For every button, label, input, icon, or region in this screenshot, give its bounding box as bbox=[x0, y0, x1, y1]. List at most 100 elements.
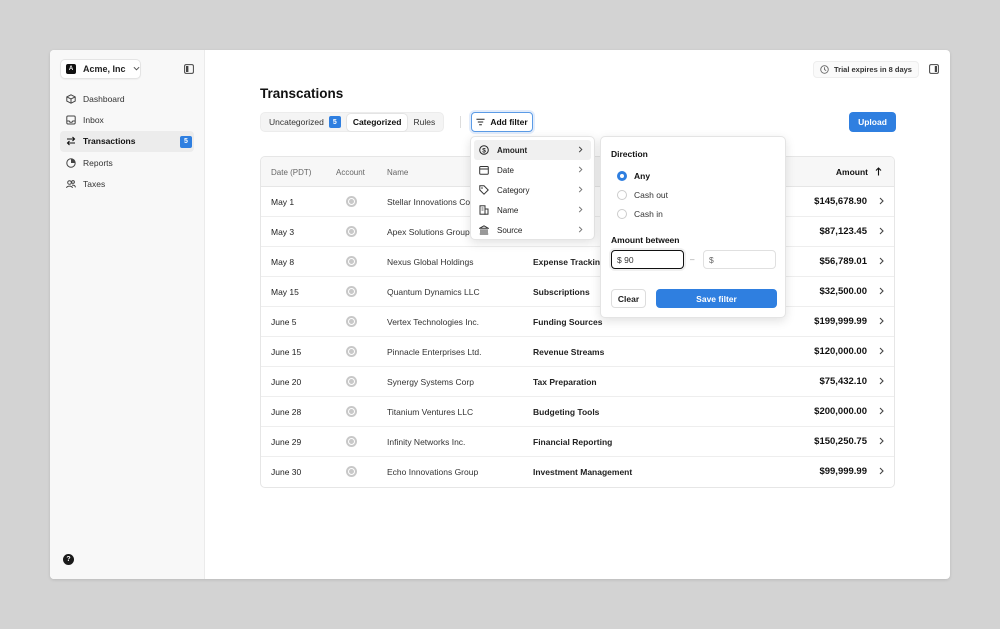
sidebar-item-label: Transactions bbox=[83, 136, 136, 147]
sidebar-item-reports[interactable]: Reports bbox=[60, 152, 194, 173]
table-row[interactable]: June 20 Synergy Systems Corp Tax Preparati… bbox=[261, 367, 894, 397]
right-panel-toggle-icon[interactable] bbox=[929, 64, 941, 76]
table-row[interactable]: June 5 Vertex Technologies Inc. Funding So… bbox=[261, 307, 894, 337]
save-filter-button[interactable]: Save filter bbox=[656, 289, 777, 308]
pie-chart-icon bbox=[65, 157, 76, 168]
table-row[interactable]: June 30 Echo Innovations Group Investment … bbox=[261, 457, 894, 487]
row-name: Quantum Dynamics LLC bbox=[387, 287, 480, 297]
chevron-right-icon[interactable] bbox=[879, 347, 884, 357]
range-separator: – bbox=[690, 255, 695, 264]
row-category[interactable]: Budgeting Tools bbox=[533, 407, 599, 417]
box-icon bbox=[65, 93, 76, 104]
tab-label: Rules bbox=[413, 117, 436, 127]
tab-label: Categorized bbox=[352, 117, 402, 127]
min-amount-input[interactable]: $ 90 bbox=[611, 250, 684, 269]
account-icon bbox=[346, 346, 357, 357]
filter-icon bbox=[476, 118, 485, 126]
menu-item-category[interactable]: Category bbox=[474, 180, 591, 200]
chevron-right-icon[interactable] bbox=[879, 467, 884, 477]
account-icon bbox=[346, 256, 357, 267]
radio-cash-in[interactable]: Cash in bbox=[617, 209, 663, 219]
chevron-right-icon bbox=[578, 186, 583, 195]
account-icon bbox=[346, 196, 357, 207]
chevron-right-icon[interactable] bbox=[879, 227, 884, 237]
radio-label: Cash out bbox=[634, 190, 669, 200]
sidebar-item-inbox[interactable]: Inbox bbox=[60, 109, 194, 130]
table-row[interactable]: June 15 Pinnacle Enterprises Ltd. Revenue … bbox=[261, 337, 894, 367]
chevron-right-icon[interactable] bbox=[879, 317, 884, 327]
row-category[interactable]: Financial Reporting bbox=[533, 437, 612, 447]
amount-between-title: Amount between bbox=[611, 235, 680, 245]
trial-banner[interactable]: Trial expires in 8 days bbox=[813, 61, 919, 78]
column-header-amount[interactable]: Amount bbox=[836, 167, 868, 177]
menu-item-label: Date bbox=[497, 165, 514, 175]
menu-item-source[interactable]: Source bbox=[474, 220, 591, 240]
menu-item-date[interactable]: Date bbox=[474, 160, 591, 180]
count-badge: 5 bbox=[180, 135, 192, 148]
column-header-account[interactable]: Account bbox=[336, 168, 365, 177]
chevron-right-icon[interactable] bbox=[879, 257, 884, 267]
org-logo: A bbox=[66, 64, 76, 74]
transfer-icon bbox=[65, 136, 76, 147]
chevron-right-icon[interactable] bbox=[879, 197, 884, 207]
trial-text: Trial expires in 8 days bbox=[834, 65, 912, 74]
upload-button[interactable]: Upload bbox=[849, 112, 896, 132]
row-date: June 28 bbox=[271, 407, 302, 417]
table-row[interactable]: May 8 Nexus Global Holdings Expense Tracki… bbox=[261, 247, 894, 277]
help-icon[interactable]: ? bbox=[63, 554, 74, 565]
tag-icon bbox=[479, 185, 489, 195]
chevron-right-icon[interactable] bbox=[879, 287, 884, 297]
chevron-right-icon[interactable] bbox=[879, 407, 884, 417]
row-category[interactable]: Revenue Streams bbox=[533, 347, 604, 357]
sidebar-item-transactions[interactable]: Transactions 5 bbox=[60, 130, 194, 152]
chevron-right-icon bbox=[578, 206, 583, 215]
row-name: Echo Innovations Group bbox=[387, 467, 479, 477]
amount-filter-popover: Direction Any Cash out Cash in Amount be… bbox=[600, 136, 786, 318]
radio-any[interactable]: Any bbox=[617, 171, 650, 181]
row-name: Infinity Networks Inc. bbox=[387, 437, 466, 447]
row-category[interactable]: Investment Management bbox=[533, 467, 632, 477]
row-amount: $75,432.10 bbox=[819, 376, 867, 387]
menu-item-name[interactable]: Name bbox=[474, 200, 591, 220]
sidebar-item-dashboard[interactable]: Dashboard bbox=[60, 88, 194, 109]
column-header-name[interactable]: Name bbox=[387, 168, 408, 177]
tab-categorized[interactable]: Categorized bbox=[346, 113, 408, 131]
account-icon bbox=[346, 286, 357, 297]
org-name: Acme, Inc bbox=[83, 64, 126, 74]
radio-checked-icon bbox=[617, 171, 627, 181]
row-name: Vertex Technologies Inc. bbox=[387, 317, 479, 327]
chevron-down-icon bbox=[133, 64, 140, 74]
clear-button[interactable]: Clear bbox=[611, 289, 646, 308]
row-amount: $32,500.00 bbox=[819, 286, 867, 297]
table-row[interactable]: June 29 Infinity Networks Inc. Financial R… bbox=[261, 427, 894, 457]
row-category[interactable]: Funding Sources bbox=[533, 317, 602, 327]
table-row[interactable]: June 28 Titanium Ventures LLC Budgeting To… bbox=[261, 397, 894, 427]
tab-rules[interactable]: Rules bbox=[407, 114, 441, 131]
row-name: Synergy Systems Corp bbox=[387, 377, 474, 387]
menu-item-amount[interactable]: $ Amount bbox=[474, 140, 591, 160]
menu-item-label: Name bbox=[497, 205, 519, 215]
account-icon bbox=[346, 436, 357, 447]
row-category[interactable]: Subscriptions bbox=[533, 287, 590, 297]
column-header-date[interactable]: Date (PDT) bbox=[271, 168, 311, 177]
org-switcher[interactable]: A Acme, Inc bbox=[60, 59, 141, 79]
row-category[interactable]: Expense Tracking bbox=[533, 257, 605, 267]
menu-item-label: Category bbox=[497, 185, 530, 195]
row-name: Titanium Ventures LLC bbox=[387, 407, 474, 417]
add-filter-button[interactable]: Add filter bbox=[471, 112, 533, 132]
page-title: Transcations bbox=[260, 86, 344, 101]
sidebar-collapse-icon[interactable] bbox=[184, 64, 196, 76]
chevron-right-icon[interactable] bbox=[879, 377, 884, 387]
sidebar: A Acme, Inc Dashboard Inbox Transactions… bbox=[50, 50, 205, 579]
radio-cash-out[interactable]: Cash out bbox=[617, 190, 668, 200]
sidebar-item-taxes[interactable]: Taxes bbox=[60, 173, 194, 194]
chevron-right-icon[interactable] bbox=[879, 437, 884, 447]
sort-ascending-icon[interactable] bbox=[875, 167, 882, 178]
max-amount-input[interactable]: $ bbox=[703, 250, 776, 269]
row-amount: $87,123.45 bbox=[819, 226, 867, 237]
table-row[interactable]: May 15 Quantum Dynamics LLC Subscriptions $… bbox=[261, 277, 894, 307]
svg-text:$: $ bbox=[482, 147, 486, 154]
row-category[interactable]: Tax Preparation bbox=[533, 377, 597, 387]
row-date: May 3 bbox=[271, 227, 295, 237]
tab-uncategorized[interactable]: Uncategorized 5 bbox=[263, 114, 347, 131]
